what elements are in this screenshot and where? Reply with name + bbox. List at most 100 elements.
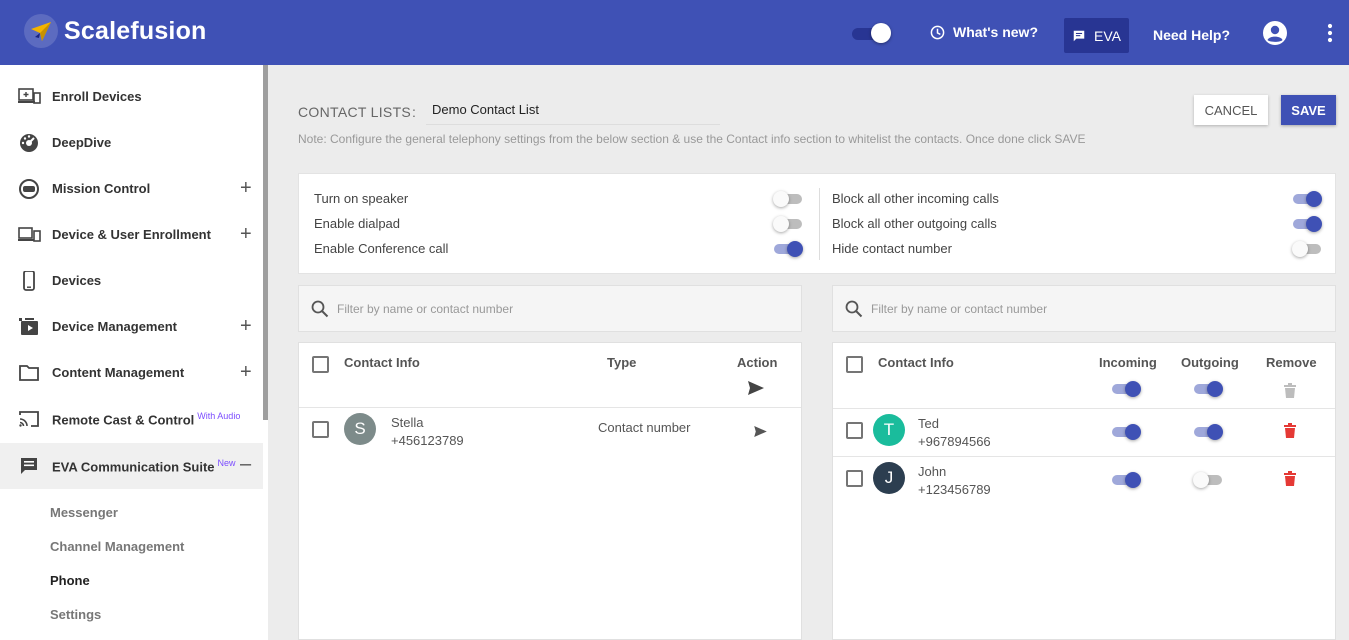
chat-icon [1073,30,1085,41]
toggle-block-outgoing[interactable] [1292,214,1322,234]
scalefusion-logo-icon [24,14,58,48]
select-all-checkbox[interactable] [312,356,329,373]
setting-label-speaker: Turn on speaker [314,191,409,206]
contact-type: Contact number [598,420,691,435]
sidebar-item-mission-control[interactable]: Mission Control + [0,166,263,212]
sidebar-item-label: Content Management [52,365,185,380]
submenu-phone[interactable]: Phone [50,573,90,588]
need-help-link[interactable]: Need Help? [1153,27,1230,43]
remove-all-trash-icon[interactable] [1284,383,1296,398]
sidebar-item-text: Remote Cast & Control [52,412,195,428]
whats-new-link[interactable]: What's new? [930,24,1038,40]
sidebar-item-enroll-devices[interactable]: Enroll Devices [0,74,263,120]
sidebar-item-label: Mission Control [52,181,151,196]
brand-name: Scalefusion [64,16,207,45]
enroll-devices-icon [18,87,41,107]
sidebar-item-eva-communication-suite[interactable]: EVA Communication Suite New – [0,443,263,489]
save-button[interactable]: SAVE [1281,95,1336,125]
phone-icon [18,270,40,291]
collapse-minus-icon[interactable]: – [240,453,251,476]
toggle-dialpad[interactable] [773,214,803,234]
toggle-incoming[interactable] [1111,422,1141,442]
send-all-icon[interactable] [748,381,764,395]
expand-plus-icon[interactable]: + [240,177,252,200]
row-checkbox[interactable] [312,421,329,438]
cast-icon [18,409,40,429]
sidebar-item-deepdive[interactable]: DeepDive [0,120,263,166]
whats-new-label: What's new? [953,24,1038,40]
column-header-remove: Remove [1266,355,1317,370]
header-divider [299,407,801,408]
settings-divider [819,188,820,260]
sidebar-item-label: Enroll Devices [52,89,142,104]
sidebar-item-label: Device & User Enrollment [52,227,211,242]
submenu-channel-management[interactable]: Channel Management [50,539,184,554]
column-header-contact-info: Contact Info [344,355,420,370]
toggle-incoming[interactable] [1111,470,1141,490]
column-header-action: Action [737,355,778,370]
contact-list-name-field[interactable]: Demo Contact List [426,96,720,125]
whitelisted-contacts-table: Contact Info Incoming Outgoing Remove T … [832,342,1336,640]
sidebar-item-label: DeepDive [52,135,112,150]
setting-label-hide-number: Hide contact number [832,241,952,256]
account-circle-icon[interactable] [1262,20,1288,49]
contact-number: +123456789 [918,482,991,497]
column-header-outgoing: Outgoing [1181,355,1239,370]
trash-icon[interactable] [1284,471,1296,486]
sidebar-item-devices[interactable]: Devices [0,258,263,304]
left-search-input[interactable] [337,301,737,316]
clock-icon [930,25,945,39]
expand-plus-icon[interactable]: + [240,361,252,384]
chat-icon [18,456,40,476]
sidebar-item-content-management[interactable]: Content Management + [0,350,263,396]
sidebar-item-label: Remote Cast & Control With Audio [52,411,240,427]
expand-plus-icon[interactable]: + [240,223,252,246]
toggle-outgoing[interactable] [1193,470,1223,490]
dashboard-gauge-icon [18,133,40,153]
eva-label: EVA [1094,27,1121,44]
with-audio-badge: With Audio [197,411,241,421]
right-search-input[interactable] [871,301,1271,316]
column-header-type: Type [607,355,637,370]
header-toggle[interactable] [852,23,892,43]
setting-label-conference: Enable Conference call [314,241,449,256]
submenu-settings[interactable]: Settings [50,607,101,622]
telephony-settings-card: Turn on speaker Enable dialpad Enable Co… [298,173,1336,274]
toggle-block-incoming[interactable] [1292,189,1322,209]
all-contacts-table: Contact Info Type Action S Stella +45612… [298,342,802,640]
eva-button[interactable]: EVA [1064,18,1129,53]
avatar: T [873,414,905,446]
more-vert-icon[interactable] [1320,22,1340,47]
toggle-conference[interactable] [773,239,803,259]
sidebar-item-device-management[interactable]: Device Management + [0,304,263,350]
sidebar-item-remote-cast[interactable]: Remote Cast & Control With Audio [0,396,263,442]
toggle-outgoing[interactable] [1193,422,1223,442]
sidebar: Enroll Devices DeepDive Mission Control … [0,65,268,640]
trash-icon[interactable] [1284,423,1296,438]
sidebar-item-label: Devices [52,273,102,288]
sidebar-item-device-user-enrollment[interactable]: Device & User Enrollment + [0,212,263,258]
header-divider [833,408,1335,409]
submenu-messenger[interactable]: Messenger [50,505,118,520]
mission-control-icon [18,179,40,199]
sidebar-scrollbar[interactable] [263,65,268,420]
toggle-all-incoming[interactable] [1111,379,1141,399]
row-checkbox[interactable] [846,470,863,487]
send-icon[interactable] [754,426,767,437]
select-all-checkbox[interactable] [846,356,863,373]
sidebar-item-text: EVA Communication Suite [52,459,215,475]
note-text: Note: Configure the general telephony se… [298,132,1086,146]
brand-logo[interactable]: Scalefusion [24,14,207,48]
toggle-hide-number[interactable] [1292,239,1322,259]
new-badge: New [217,458,236,468]
setting-label-dialpad: Enable dialpad [314,216,401,231]
row-checkbox[interactable] [846,422,863,439]
contact-name: Ted [918,416,939,431]
toggle-speaker[interactable] [773,189,803,209]
search-icon [311,300,329,317]
contact-lists-label: CONTACT LISTS [298,104,412,120]
sidebar-item-label: Device Management [52,319,177,334]
toggle-all-outgoing[interactable] [1193,379,1223,399]
cancel-button[interactable]: CANCEL [1194,95,1268,125]
expand-plus-icon[interactable]: + [240,315,252,338]
